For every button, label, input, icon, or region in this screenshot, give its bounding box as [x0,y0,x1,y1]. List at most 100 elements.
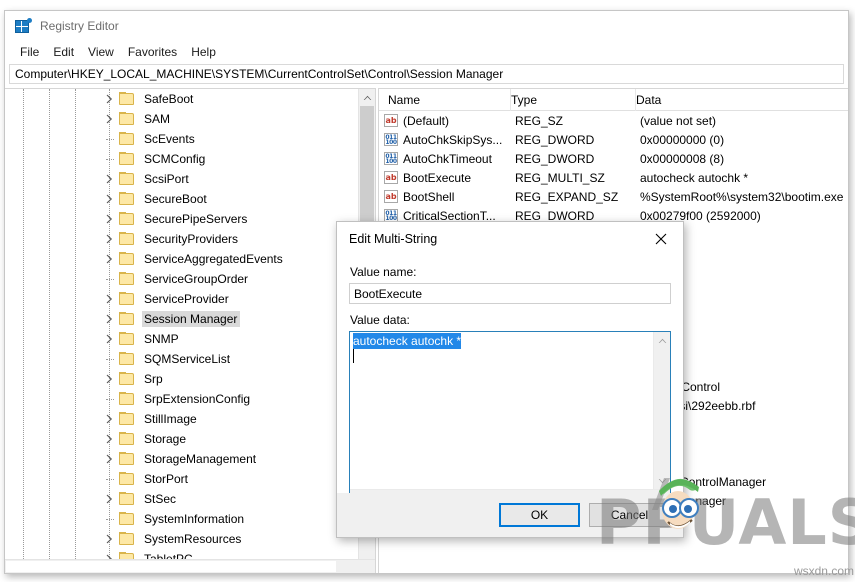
scroll-up-icon[interactable] [359,89,375,106]
string-value-icon: ab [384,171,398,184]
cell-type: REG_SZ [515,114,640,128]
cell-data: %SystemRoot%\system32\bootim.exe [640,190,848,204]
chevron-right-icon[interactable] [104,493,116,505]
menu-view[interactable]: View [81,43,121,61]
textarea-vertical-scrollbar[interactable] [653,332,670,489]
address-bar[interactable]: Computer\HKEY_LOCAL_MACHINE\SYSTEM\Curre… [9,64,844,84]
tree-item-label: ServiceProvider [142,291,232,307]
tree-item-safeboot[interactable]: SafeBoot [5,89,358,109]
tree-item-label: Session Manager [142,311,240,327]
table-row[interactable]: abBootShellREG_EXPAND_SZ%SystemRoot%\sys… [379,187,848,206]
menu-file[interactable]: File [13,43,46,61]
cancel-button[interactable]: Cancel [589,503,670,527]
chevron-right-icon[interactable] [104,253,116,265]
tree-item-systemresources[interactable]: SystemResources [5,529,358,549]
tree-item-label: SNMP [142,331,182,347]
cell-name: BootExecute [403,171,515,185]
chevron-right-icon[interactable] [104,313,116,325]
tree-item-sqmservicelist[interactable]: SQMServiceList [5,349,358,369]
folder-icon [119,212,135,226]
tree-item-serviceaggregatedevents[interactable]: ServiceAggregatedEvents [5,249,358,269]
ok-button[interactable]: OK [499,503,580,527]
tree-item-label: ScEvents [142,131,198,147]
value-name-input[interactable]: BootExecute [349,283,671,304]
folder-icon [119,532,135,546]
folder-icon [119,432,135,446]
chevron-right-icon[interactable] [104,433,116,445]
chevron-right-icon[interactable] [104,173,116,185]
tree-item-scevents[interactable]: ScEvents [5,129,358,149]
tree-item-label: ServiceGroupOrder [142,271,251,287]
tree-item-stsec[interactable]: StSec [5,489,358,509]
tree-item-storport[interactable]: StorPort [5,469,358,489]
tree-item-snmp[interactable]: SNMP [5,329,358,349]
scroll-up-icon[interactable] [654,332,670,349]
table-row[interactable]: abBootExecuteREG_MULTI_SZautocheck autoc… [379,168,848,187]
chevron-right-icon[interactable] [104,293,116,305]
tree-item-secureboot[interactable]: SecureBoot [5,189,358,209]
scroll-down-icon[interactable] [654,472,670,489]
tree-item-servicegrouporder[interactable]: ServiceGroupOrder [5,269,358,289]
menu-favorites[interactable]: Favorites [121,43,184,61]
registry-tree[interactable]: SafeBoot SAM ScEvents SCMConfig ScsiPort Secu… [5,89,358,559]
tree-item-storage[interactable]: Storage [5,429,358,449]
tree-item-tabletpc[interactable]: TabletPC [5,549,358,559]
tree-item-securityproviders[interactable]: SecurityProviders [5,229,358,249]
chevron-right-icon[interactable] [104,333,116,345]
tree-item-label: ServiceAggregatedEvents [142,251,286,267]
tree-item-serviceprovider[interactable]: ServiceProvider [5,289,358,309]
tree-item-srp[interactable]: Srp [5,369,358,389]
dialog-footer: OK Cancel [337,493,683,537]
tree-item-label: SafeBoot [142,91,196,107]
chevron-right-icon[interactable] [104,213,116,225]
tree-item-scsiport[interactable]: ScsiPort [5,169,358,189]
value-data-text: autocheck autochk * [353,334,650,348]
cell-name: BootShell [403,190,515,204]
tree-item-srpextensionconfig[interactable]: SrpExtensionConfig [5,389,358,409]
tree-item-label: ScsiPort [142,171,192,187]
table-row[interactable]: 011100AutoChkTimeoutREG_DWORD0x00000008 … [379,149,848,168]
edit-multi-string-dialog: Edit Multi-String Value name: BootExecut… [336,221,684,538]
tree-horizontal-scrollbar[interactable] [5,559,375,573]
chevron-right-icon[interactable] [104,113,116,125]
table-row[interactable]: ab(Default)REG_SZ(value not set) [379,111,848,130]
dword-value-icon: 011100 [384,133,398,146]
chevron-right-icon[interactable] [104,533,116,545]
tree-item-scmconfig[interactable]: SCMConfig [5,149,358,169]
column-header-name[interactable]: Name [379,89,511,111]
cell-name: AutoChkTimeout [403,152,515,166]
chevron-right-icon[interactable] [104,93,116,105]
tree-item-session-manager[interactable]: Session Manager [5,309,358,329]
cell-data: 0x00000008 (8) [640,152,848,166]
tree-item-stillimage[interactable]: StillImage [5,409,358,429]
menu-help[interactable]: Help [184,43,223,61]
folder-icon [119,152,135,166]
folder-icon [119,512,135,526]
chevron-right-icon[interactable] [104,453,116,465]
folder-icon [119,452,135,466]
tree-item-sam[interactable]: SAM [5,109,358,129]
tree-item-systeminformation[interactable]: SystemInformation [5,509,358,529]
tree-connector [106,359,114,361]
folder-icon [119,112,135,126]
folder-icon [119,552,135,559]
column-header-data[interactable]: Data [636,89,848,111]
menu-edit[interactable]: Edit [46,43,81,61]
chevron-right-icon[interactable] [104,193,116,205]
tree-item-securepipeservers[interactable]: SecurePipeServers [5,209,358,229]
address-bar-container: Computer\HKEY_LOCAL_MACHINE\SYSTEM\Curre… [5,63,848,87]
tree-hscroll-thumb[interactable] [6,561,336,572]
column-header-type[interactable]: Type [511,89,636,111]
folder-icon [119,292,135,306]
registry-tree-pane: SafeBoot SAM ScEvents SCMConfig ScsiPort Secu… [5,88,375,573]
folder-icon [119,312,135,326]
close-icon[interactable] [639,222,683,255]
table-row[interactable]: 011100AutoChkSkipSys...REG_DWORD0x000000… [379,130,848,149]
tree-item-storagemanagement[interactable]: StorageManagement [5,449,358,469]
value-data-textarea[interactable]: autocheck autochk * [349,331,671,506]
chevron-right-icon[interactable] [104,413,116,425]
string-value-icon: ab [384,114,398,127]
dialog-body: Value name: BootExecute Value data: auto… [337,255,683,495]
chevron-right-icon[interactable] [104,373,116,385]
chevron-right-icon[interactable] [104,233,116,245]
